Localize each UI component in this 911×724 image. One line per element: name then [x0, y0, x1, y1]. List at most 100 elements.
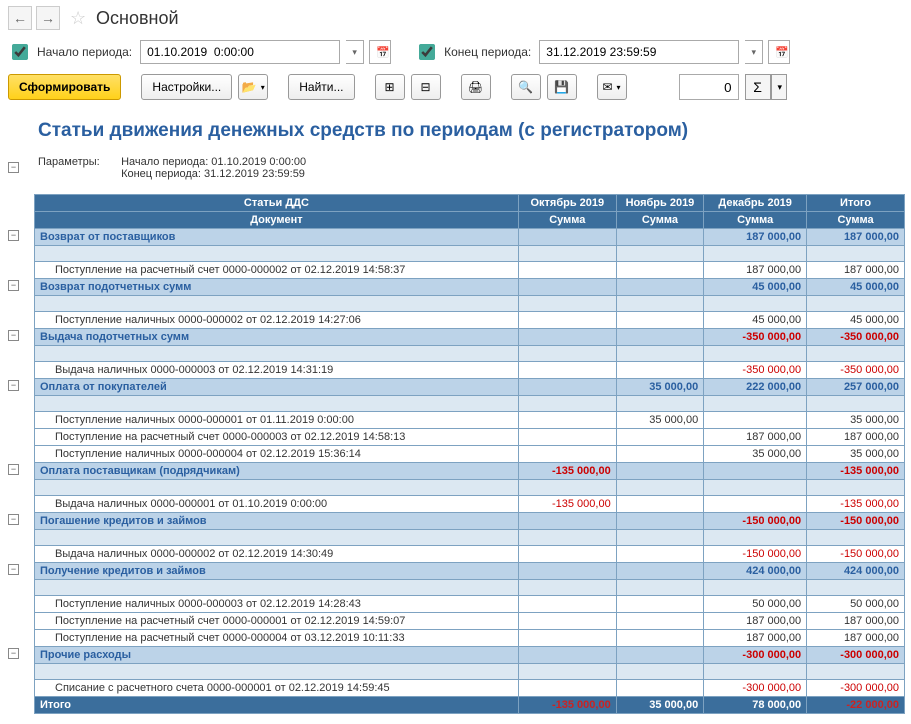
page-title: Основной — [96, 8, 179, 29]
end-period-label: Конец периода: — [444, 45, 531, 59]
collapse-groups-button[interactable]: ⊟ — [411, 74, 441, 100]
cell — [518, 513, 616, 530]
variants-button[interactable]: 📂▾ — [238, 74, 268, 100]
table-row[interactable]: Поступление на расчетный счет 0000-00000… — [35, 262, 905, 279]
table-row[interactable]: Выдача подотчетных сумм-350 000,00-350 0… — [35, 329, 905, 346]
print-button[interactable]: 🖨 — [461, 74, 491, 100]
table-row[interactable]: Поступление наличных 0000-000002 от 02.1… — [35, 312, 905, 329]
cell — [518, 296, 616, 312]
end-period-checkbox[interactable] — [419, 44, 435, 60]
cell — [704, 412, 807, 429]
end-dropdown-icon[interactable]: ▾ — [745, 40, 763, 64]
cell — [704, 530, 807, 546]
level-input[interactable] — [679, 74, 739, 100]
cell — [518, 596, 616, 613]
cell: 222 000,00 — [704, 379, 807, 396]
cell: -135 000,00 — [807, 463, 905, 480]
cell: -350 000,00 — [704, 329, 807, 346]
start-period-checkbox[interactable] — [12, 44, 28, 60]
table-row[interactable]: Поступление на расчетный счет 0000-00000… — [35, 429, 905, 446]
group-toggle[interactable]: − — [8, 330, 19, 341]
cell: 35 000,00 — [616, 379, 704, 396]
table-row[interactable] — [35, 346, 905, 362]
group-toggle[interactable]: − — [8, 380, 19, 391]
cell — [704, 463, 807, 480]
table-row[interactable] — [35, 664, 905, 680]
table-row[interactable]: Выдача наличных 0000-000002 от 02.12.201… — [35, 546, 905, 563]
sigma-button[interactable]: Σ — [745, 74, 771, 100]
table-row[interactable]: Возврат от поставщиков187 000,00187 000,… — [35, 229, 905, 246]
group-toggle[interactable]: − — [8, 280, 19, 291]
cell — [518, 446, 616, 463]
expand-groups-button[interactable]: ⊞ — [375, 74, 405, 100]
table-row[interactable]: Списание с расчетного счета 0000-000001 … — [35, 680, 905, 697]
favorite-star-icon[interactable]: ☆ — [64, 7, 86, 29]
table-row[interactable] — [35, 246, 905, 262]
table-row[interactable] — [35, 480, 905, 496]
settings-button[interactable]: Настройки... — [141, 74, 232, 100]
group-toggle[interactable]: − — [8, 648, 19, 659]
cell — [518, 312, 616, 329]
table-row[interactable]: Прочие расходы-300 000,00-300 000,00 — [35, 647, 905, 664]
start-dropdown-icon[interactable]: ▾ — [346, 40, 364, 64]
save-button[interactable]: 💾 — [547, 74, 577, 100]
find-button[interactable]: Найти... — [288, 74, 354, 100]
cell — [616, 463, 704, 480]
table-row[interactable] — [35, 580, 905, 596]
table-row[interactable] — [35, 296, 905, 312]
cell: 187 000,00 — [807, 630, 905, 647]
cell — [616, 647, 704, 664]
cell — [518, 480, 616, 496]
cell — [518, 379, 616, 396]
table-row[interactable]: Поступление наличных 0000-000004 от 02.1… — [35, 446, 905, 463]
table-row[interactable] — [35, 530, 905, 546]
row-label: Списание с расчетного счета 0000-000001 … — [35, 680, 519, 697]
group-toggle[interactable]: − — [8, 564, 19, 575]
cell — [807, 296, 905, 312]
group-toggle[interactable]: − — [8, 230, 19, 241]
cell — [518, 229, 616, 246]
table-row[interactable]: Поступление на расчетный счет 0000-00000… — [35, 630, 905, 647]
back-button[interactable]: ← — [8, 6, 32, 30]
cell: 35 000,00 — [807, 446, 905, 463]
cell — [616, 329, 704, 346]
end-calendar-icon[interactable]: 📅 — [768, 40, 790, 64]
group-toggle[interactable]: − — [8, 464, 19, 475]
row-label — [35, 664, 519, 680]
cell: 257 000,00 — [807, 379, 905, 396]
cell: -135 000,00 — [518, 463, 616, 480]
preview-button[interactable]: 🔍 — [511, 74, 541, 100]
start-period-input[interactable] — [140, 40, 340, 64]
end-period-input[interactable] — [539, 40, 739, 64]
collapse-icon: ⊟ — [420, 80, 430, 94]
cell — [616, 229, 704, 246]
table-row[interactable]: Поступление наличных 0000-000001 от 01.1… — [35, 412, 905, 429]
cell: 45 000,00 — [807, 279, 905, 296]
table-row[interactable]: Получение кредитов и займов424 000,00424… — [35, 563, 905, 580]
forward-button[interactable]: → — [36, 6, 60, 30]
sigma-dropdown-button[interactable]: ▾ — [771, 74, 787, 100]
cell: -350 000,00 — [807, 362, 905, 379]
cell — [518, 530, 616, 546]
table-row[interactable]: Оплата от покупателей35 000,00222 000,00… — [35, 379, 905, 396]
table-row[interactable] — [35, 396, 905, 412]
cell — [616, 262, 704, 279]
collapse-all-toggle[interactable]: − — [8, 162, 19, 173]
group-toggle[interactable]: − — [8, 514, 19, 525]
send-button[interactable]: ✉▾ — [597, 74, 627, 100]
run-button[interactable]: Сформировать — [8, 74, 121, 100]
table-row[interactable]: Поступление наличных 0000-000003 от 02.1… — [35, 596, 905, 613]
table-row[interactable]: Возврат подотчетных сумм45 000,0045 000,… — [35, 279, 905, 296]
table-row[interactable]: Выдача наличных 0000-000001 от 01.10.201… — [35, 496, 905, 513]
col-doc: Документ — [35, 212, 519, 229]
table-row[interactable]: Погашение кредитов и займов-150 000,00-1… — [35, 513, 905, 530]
start-calendar-icon[interactable]: 📅 — [369, 40, 391, 64]
total-label: Итого — [35, 697, 519, 714]
cell — [704, 296, 807, 312]
cell — [704, 664, 807, 680]
table-row[interactable]: Выдача наличных 0000-000003 от 02.12.201… — [35, 362, 905, 379]
row-label: Поступление на расчетный счет 0000-00000… — [35, 613, 519, 630]
cell: 187 000,00 — [807, 262, 905, 279]
table-row[interactable]: Оплата поставщикам (подрядчикам)-135 000… — [35, 463, 905, 480]
table-row[interactable]: Поступление на расчетный счет 0000-00000… — [35, 613, 905, 630]
